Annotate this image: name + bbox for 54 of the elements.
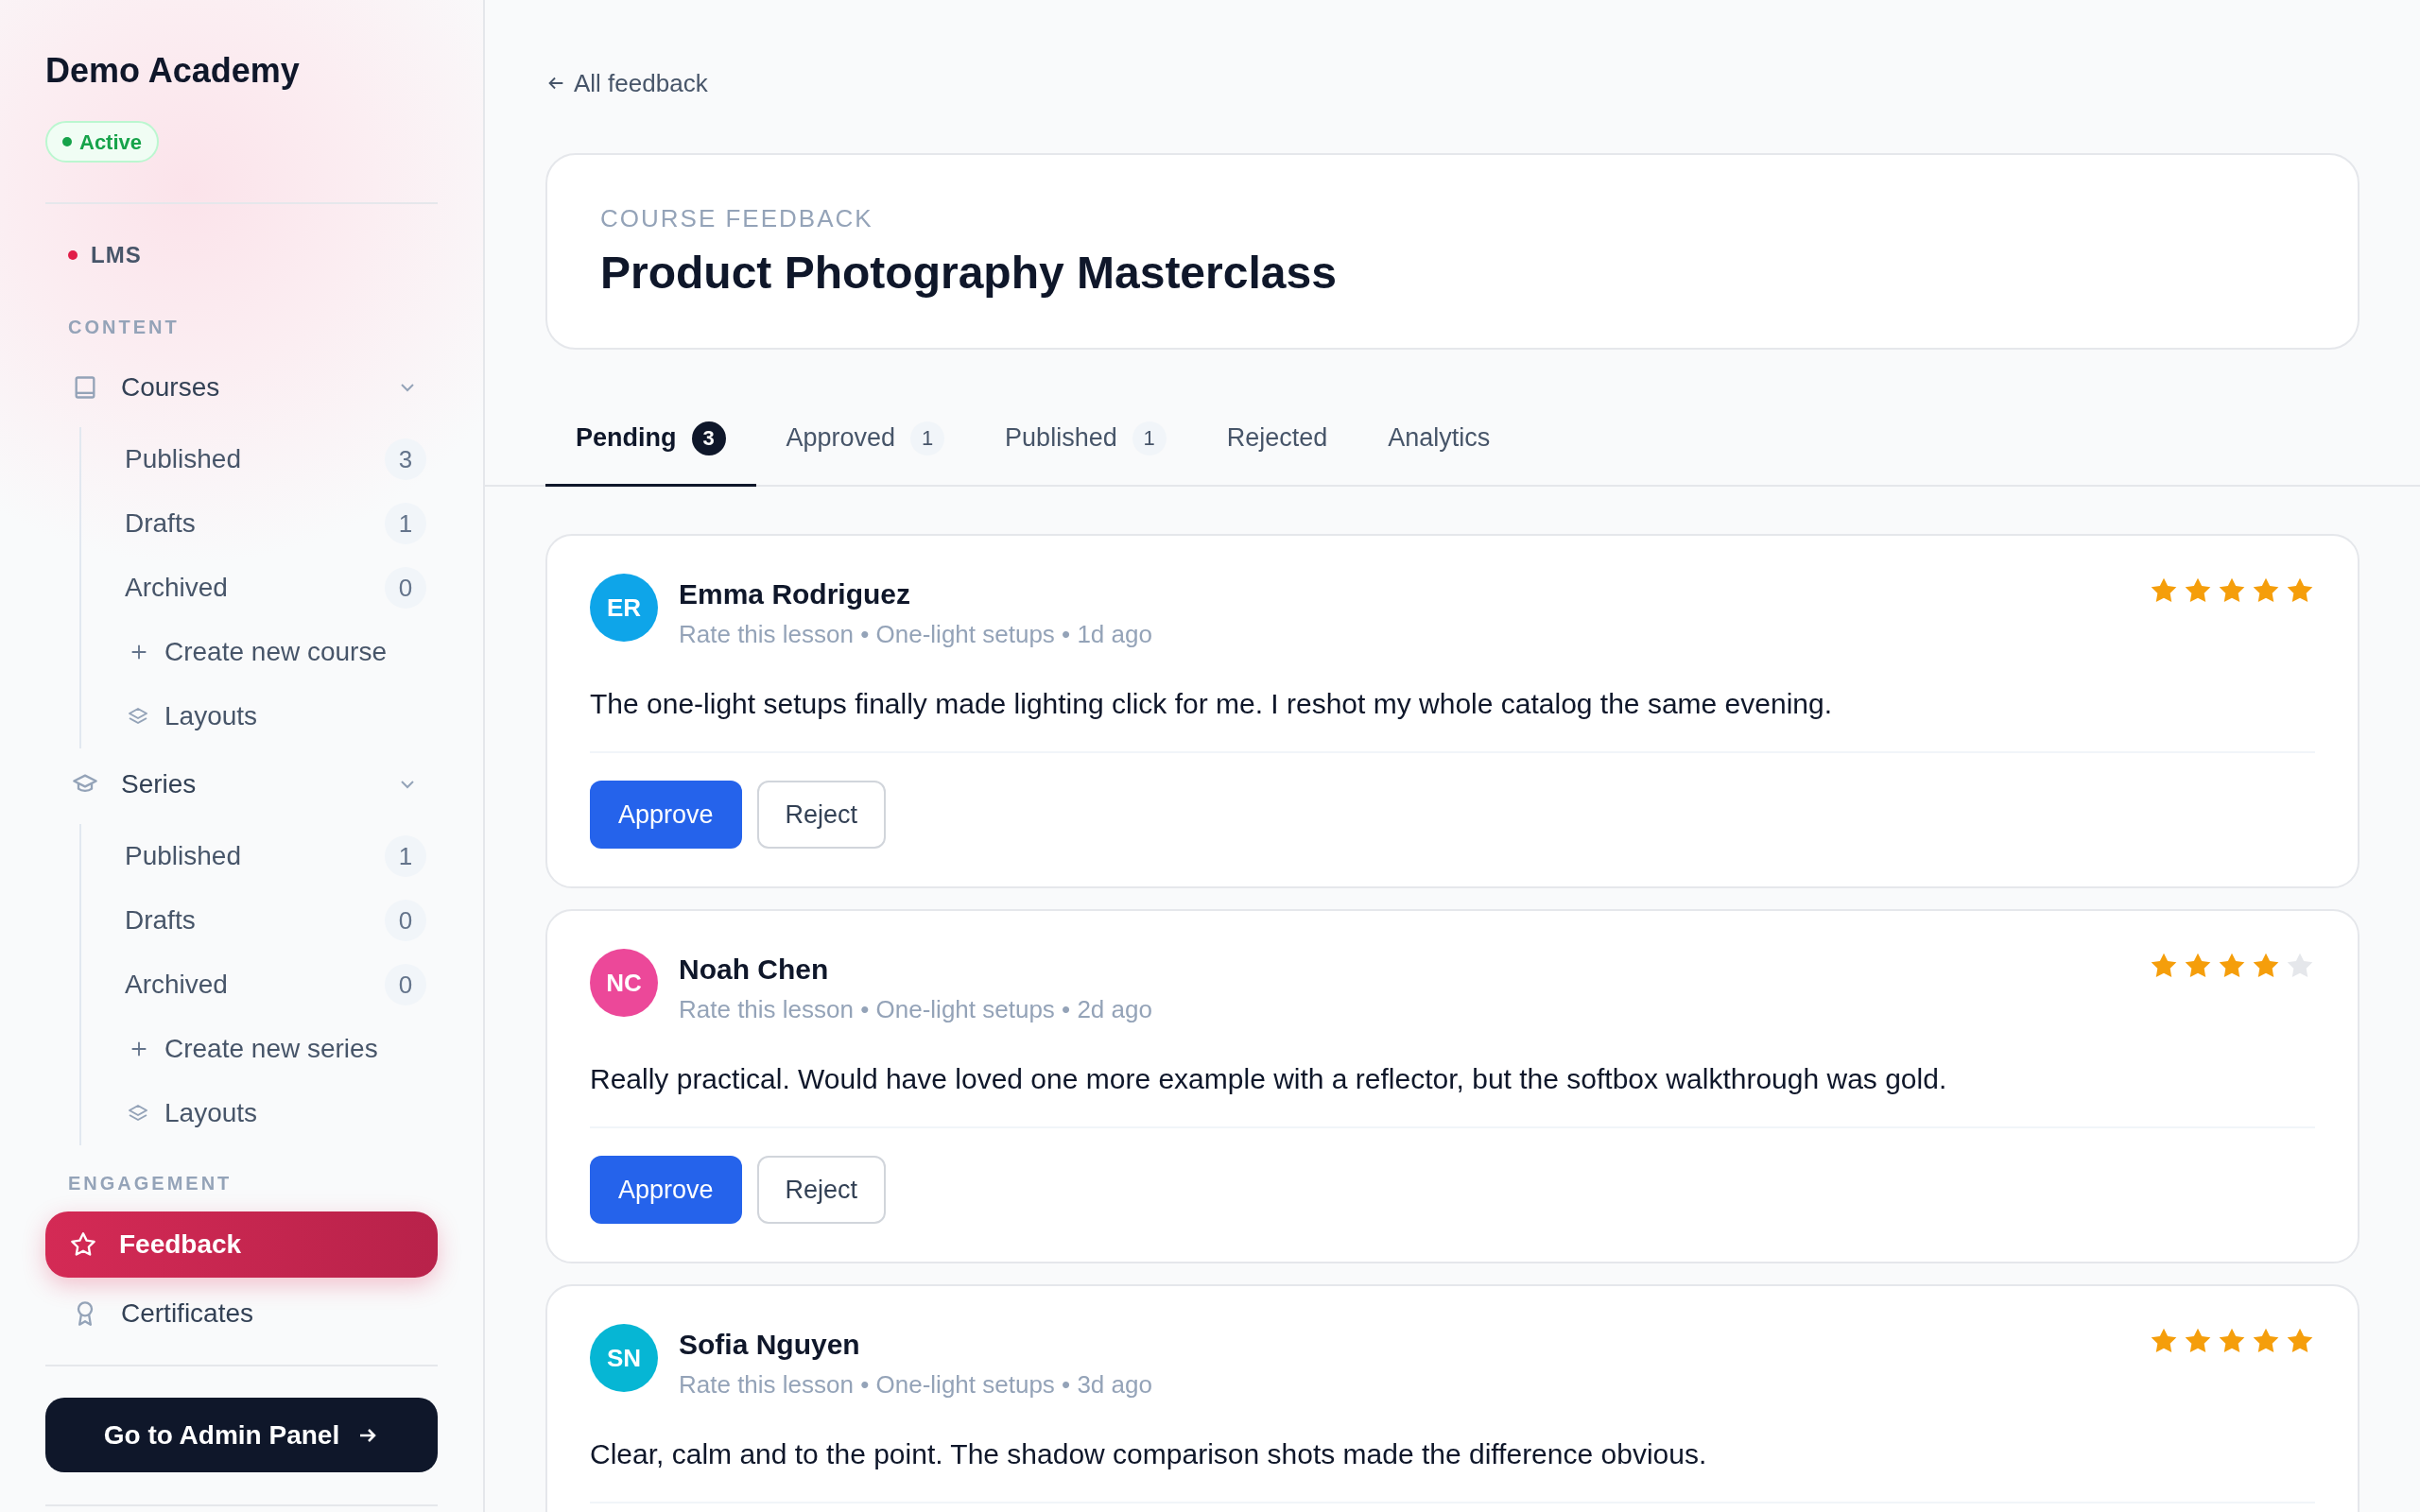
eyebrow-label: COURSE FEEDBACK [600, 203, 874, 233]
avatar: SN [590, 1324, 658, 1392]
review-text: Really practical. Would have loved one more example with a reflector, but the softbox walkthrough was gold. [590, 1062, 1948, 1096]
sidebar-item[interactable]: Courses [45, 355, 438, 420]
sidebar-subitem[interactable]: Drafts 0 [125, 888, 426, 953]
layouts-link[interactable]: Layouts [125, 684, 426, 748]
approve-button[interactable]: Approve [590, 1156, 742, 1224]
admin-panel-button[interactable]: Go to Admin Panel [45, 1398, 438, 1472]
count-badge: 3 [385, 438, 426, 480]
count-badge: 1 [385, 503, 426, 544]
app-label: LMS [91, 241, 142, 269]
approve-button[interactable]: Approve [590, 781, 742, 849]
sidebar-subitem[interactable]: Published 3 [125, 427, 426, 491]
reviewer-name: Sofia Nguyen [679, 1328, 861, 1362]
reject-button[interactable]: Reject [756, 781, 887, 849]
star-icon [70, 1231, 96, 1258]
sidebar-subitem[interactable]: Published 1 [125, 824, 426, 888]
back-link[interactable]: All feedback [545, 68, 708, 98]
tab[interactable]: Published 1 [975, 392, 1197, 487]
sidebar-subitem[interactable]: Drafts 1 [125, 491, 426, 556]
reject-button[interactable]: Reject [756, 1156, 887, 1224]
course-title: Product Photography Masterclass [600, 247, 1338, 300]
review-meta: Rate this lesson • One-light setups • 2d ago [679, 994, 1153, 1024]
sidebar-item[interactable]: Certificates [45, 1281, 438, 1346]
count-badge: 0 [385, 900, 426, 941]
count-badge: 0 [385, 964, 426, 1005]
sidebar-subitem[interactable]: Archived 0 [125, 953, 426, 1017]
tab[interactable]: Rejected [1196, 392, 1358, 487]
count-badge: 0 [385, 567, 426, 609]
review-text: The one-light setups finally made lighting click for me. I reshot my whole catalog the same evening. [590, 687, 1833, 721]
review-text: Clear, calm and to the point. The shadow comparison shots made the difference obvious. [590, 1437, 1708, 1471]
tab[interactable]: Pending 3 [545, 392, 756, 487]
academy-title: Demo Academy [45, 50, 301, 92]
avatar: ER [590, 574, 658, 642]
create-link[interactable]: Create new series [125, 1017, 426, 1081]
review-meta: Rate this lesson • One-light setups • 1d ago [679, 619, 1153, 649]
count-badge: 1 [910, 421, 945, 455]
sidebar-item[interactable]: Series [45, 752, 438, 816]
count-badge: 1 [385, 835, 426, 877]
create-link[interactable]: Create new course [125, 620, 426, 684]
layouts-link[interactable]: Layouts [125, 1081, 426, 1145]
section-heading: ENGAGEMENT [67, 1172, 233, 1194]
status-badge: Active [45, 121, 160, 163]
review-meta: Rate this lesson • One-light setups • 3d ago [679, 1369, 1153, 1400]
section-heading: CONTENT [67, 316, 181, 338]
tab[interactable]: Analytics [1357, 392, 1521, 487]
reviewer-name: Noah Chen [679, 953, 830, 987]
avatar: NC [590, 949, 658, 1017]
tab[interactable]: Approved 1 [755, 392, 976, 487]
sidebar-item[interactable]: Feedback [45, 1211, 438, 1278]
count-badge: 3 [691, 421, 726, 455]
sidebar-subitem[interactable]: Archived 0 [125, 556, 426, 620]
reviewer-name: Emma Rodriguez [679, 577, 912, 611]
count-badge: 1 [1132, 421, 1167, 455]
